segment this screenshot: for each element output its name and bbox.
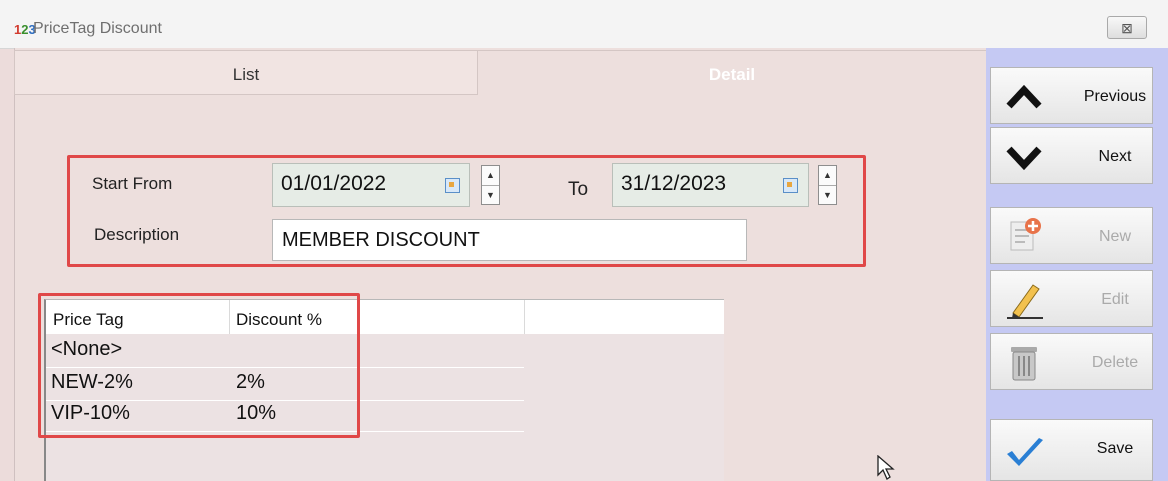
new-document-icon: [1010, 218, 1041, 251]
next-label: Next: [1098, 148, 1132, 165]
highlight-form-box: [67, 155, 866, 267]
previous-button[interactable]: Previous: [990, 67, 1153, 124]
trash-can-icon: [1011, 347, 1037, 381]
next-button[interactable]: Next: [990, 127, 1153, 184]
close-icon: ⊠: [1121, 20, 1133, 36]
pencil-icon: [1007, 284, 1043, 319]
tab-list[interactable]: List: [14, 50, 478, 95]
save-label: Save: [1096, 440, 1134, 457]
title-bar: 123 PriceTag Discount ⊠: [0, 0, 1168, 49]
checkmark-icon: [1007, 438, 1043, 466]
chevron-down-icon: [1006, 146, 1042, 171]
window-title: PriceTag Discount: [33, 20, 162, 37]
edit-label: Edit: [1101, 291, 1129, 308]
save-button[interactable]: Save: [990, 419, 1153, 481]
delete-label: Delete: [1091, 354, 1139, 371]
chevron-up-icon: [1006, 84, 1042, 109]
close-button[interactable]: ⊠: [1107, 16, 1147, 39]
new-button[interactable]: New: [990, 207, 1153, 264]
highlight-grid-box: [38, 293, 360, 438]
tab-detail[interactable]: Detail: [478, 50, 986, 95]
new-label: New: [1098, 228, 1131, 245]
mouse-cursor-icon: [877, 455, 895, 480]
column-separator: [524, 300, 525, 334]
previous-label: Previous: [1083, 88, 1147, 105]
edit-button[interactable]: Edit: [990, 270, 1153, 327]
delete-button[interactable]: Delete: [990, 333, 1153, 390]
